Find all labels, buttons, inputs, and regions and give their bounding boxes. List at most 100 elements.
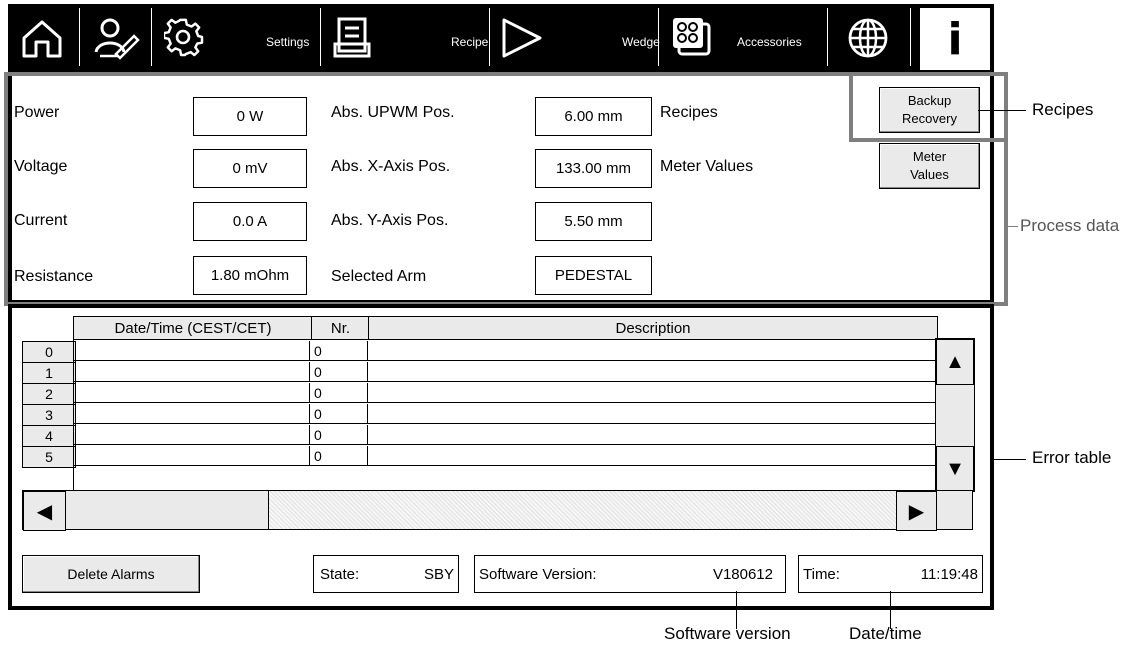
resistance-label: Resistance <box>14 268 94 285</box>
row-index[interactable]: 5 <box>22 446 76 468</box>
scroll-left-button[interactable]: ◀ <box>23 491 66 531</box>
recipes-annotation: Recipes <box>1032 100 1094 119</box>
table-row[interactable]: 0 <box>74 341 936 361</box>
recipe-icon <box>333 17 371 58</box>
column-separator <box>367 446 368 465</box>
row-index[interactable]: 1 <box>22 362 76 384</box>
settings-label: Settings <box>266 35 310 49</box>
header-description[interactable]: Description <box>368 316 938 340</box>
column-separator <box>367 425 368 444</box>
meter-line2: Values <box>910 167 949 182</box>
accessories-button[interactable]: Accessories <box>659 4 827 72</box>
header-nr[interactable]: Nr. <box>311 316 370 340</box>
column-separator <box>367 341 368 360</box>
arrow-right-icon: ▶ <box>908 500 925 523</box>
nr-cell: 0 <box>314 364 322 380</box>
info-button[interactable]: i <box>920 8 990 70</box>
table-row[interactable]: 0 <box>74 404 936 424</box>
meter-values-label: Meter Values <box>660 158 754 175</box>
horizontal-scroll-thumb[interactable] <box>64 491 269 529</box>
voltage-label: Voltage <box>14 158 68 175</box>
scroll-right-button[interactable]: ▶ <box>896 491 937 531</box>
process-data-annotation: Process data <box>1020 216 1120 235</box>
recipe-button[interactable]: Recipe <box>321 4 489 72</box>
globe-icon <box>848 18 888 58</box>
time-field: Time: 11:19:48 <box>798 555 983 593</box>
scroll-down-button[interactable]: ▼ <box>936 446 974 492</box>
column-separator <box>367 383 368 402</box>
current-value: 0.0 A <box>193 202 307 241</box>
nr-cell: 0 <box>314 385 322 401</box>
resistance-value: 1.80 mOhm <box>193 256 307 295</box>
selected-arm-label: Selected Arm <box>331 268 427 285</box>
recipes-callout-line <box>978 110 1026 111</box>
home-button[interactable] <box>8 4 78 72</box>
software-version-label: Software Version: <box>479 565 597 583</box>
upwm-pos-label: Abs. UPWM Pos. <box>331 104 455 121</box>
toolbar-separator <box>910 8 911 66</box>
voltage-value: 0 mV <box>193 149 307 188</box>
power-value: 0 W <box>193 97 307 136</box>
table-row[interactable]: 0 <box>74 362 936 382</box>
accessories-icon <box>673 18 711 56</box>
software-version-value: V180612 <box>712 565 773 583</box>
datetime-cell <box>74 383 310 402</box>
state-value: SBY <box>423 565 454 583</box>
upwm-pos-value: 6.00 mm <box>535 97 652 136</box>
state-label: State: <box>320 565 360 583</box>
backup-line2: Recovery <box>902 111 957 126</box>
user-button[interactable] <box>80 4 150 72</box>
error-table-annotation: Error table <box>1032 448 1112 467</box>
row-index[interactable]: 3 <box>22 404 76 426</box>
row-index[interactable]: 0 <box>22 341 76 363</box>
column-separator <box>367 362 368 381</box>
software-version-annotation: Software version <box>664 624 791 643</box>
table-row[interactable]: 0 <box>74 446 936 466</box>
wedge-button[interactable]: Wedge <box>490 4 660 72</box>
scrollbar-corner <box>936 490 973 530</box>
y-axis-pos-label: Abs. Y-Axis Pos. <box>331 212 449 229</box>
datetime-cell <box>74 404 310 423</box>
user-edit-icon <box>94 18 140 60</box>
time-label: Time: <box>803 565 840 583</box>
row-index[interactable]: 2 <box>22 383 76 405</box>
time-value: 11:19:48 <box>920 565 978 583</box>
process-data-callout-line <box>1008 226 1018 227</box>
date-time-annotation: Date/time <box>849 624 922 643</box>
row-index[interactable]: 4 <box>22 425 76 447</box>
datetime-cell <box>74 425 310 444</box>
arrow-left-icon: ◀ <box>36 500 53 523</box>
x-axis-pos-label: Abs. X-Axis Pos. <box>331 158 451 175</box>
header-datetime[interactable]: Date/Time (CEST/CET) <box>73 316 313 340</box>
software-version-field: Software Version: V180612 <box>474 555 786 593</box>
nr-cell: 0 <box>314 448 322 464</box>
wedge-label: Wedge <box>622 35 660 49</box>
table-row[interactable]: 0 <box>74 425 936 445</box>
y-axis-pos-value: 5.50 mm <box>535 202 652 241</box>
arrow-up-icon: ▲ <box>945 350 965 373</box>
settings-button[interactable]: Settings <box>152 4 320 72</box>
error-table-callout-line <box>994 459 1026 460</box>
meter-line1: Meter <box>912 149 947 164</box>
meter-values-button[interactable]: Meter Values <box>879 143 980 189</box>
recipe-label: Recipe <box>451 35 489 49</box>
datetime-cell <box>74 362 310 381</box>
column-separator <box>367 404 368 423</box>
datetime-cell <box>74 446 310 465</box>
x-axis-pos-value: 133.00 mm <box>535 149 652 188</box>
datetime-cell <box>74 341 310 360</box>
nr-cell: 0 <box>314 343 322 359</box>
language-button[interactable] <box>828 4 908 72</box>
backup-line1: Backup <box>907 93 952 108</box>
home-icon <box>22 20 62 58</box>
delete-alarms-button[interactable]: Delete Alarms <box>22 555 200 593</box>
table-row[interactable]: 0 <box>74 383 936 403</box>
play-triangle-icon <box>502 18 542 58</box>
selected-arm-value: PEDESTAL <box>535 256 652 295</box>
scroll-up-button[interactable]: ▲ <box>936 339 974 385</box>
backup-recovery-button[interactable]: Backup Recovery <box>879 87 980 133</box>
top-toolbar: Settings Recipe Wedge Accessories i <box>8 4 994 72</box>
current-label: Current <box>14 212 68 229</box>
nr-cell: 0 <box>314 427 322 443</box>
accessories-label: Accessories <box>737 35 802 49</box>
